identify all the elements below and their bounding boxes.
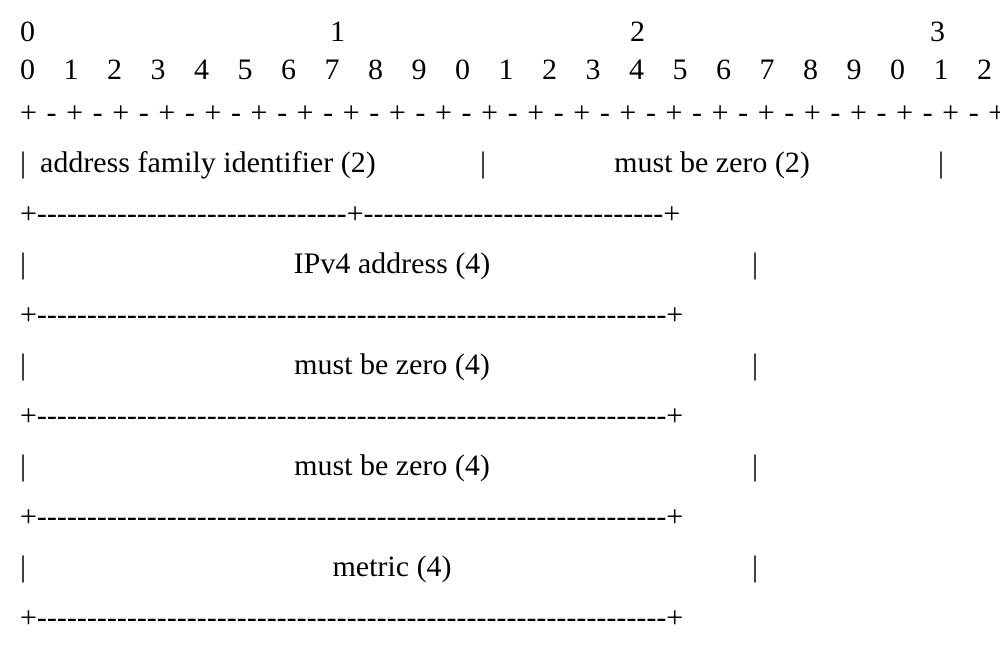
field-row-1: | address family identifier (2) | must b… [20, 132, 980, 194]
pipe-icon: | [20, 348, 32, 382]
field-row-4: | must be zero (4) | [20, 435, 980, 497]
pipe-icon: | [752, 247, 764, 281]
pipe-icon: | [20, 146, 32, 180]
separator: +---------------------------------------… [20, 295, 980, 334]
field-metric: metric (4) [32, 550, 752, 584]
ruler-0: 0 [20, 15, 45, 49]
pipe-icon: | [20, 449, 32, 483]
field-zero-2: must be zero (2) [492, 146, 932, 180]
field-zero-4a: must be zero (4) [32, 348, 752, 382]
field-afi: address family identifier (2) [32, 146, 480, 180]
pipe-icon: | [932, 146, 944, 180]
pipe-icon: | [20, 550, 32, 584]
field-row-3: | must be zero (4) | [20, 334, 980, 396]
bit-ruler-major: 0 1 2 3 [20, 15, 980, 49]
ruler-3: 3 [645, 15, 945, 49]
field-ipv4: IPv4 address (4) [32, 247, 752, 281]
bit-ruler-minor: 0 1 2 3 4 5 6 7 8 9 0 1 2 3 4 5 6 7 8 9 … [20, 53, 980, 87]
field-row-2: | IPv4 address (4) | [20, 233, 980, 295]
pipe-icon: | [480, 146, 492, 180]
ruler-2: 2 [345, 15, 645, 49]
pipe-icon: | [752, 449, 764, 483]
ruler-1: 1 [45, 15, 345, 49]
separator-bottom: +---------------------------------------… [20, 598, 980, 637]
field-row-5: | metric (4) | [20, 536, 980, 598]
pipe-icon: | [752, 550, 764, 584]
pipe-icon: | [20, 247, 32, 281]
separator: +---------------------------------------… [20, 497, 980, 536]
separator: +---------------------------------------… [20, 396, 980, 435]
field-zero-4b: must be zero (4) [32, 449, 752, 483]
pipe-icon: | [752, 348, 764, 382]
separator-split: +-------------------------------+-------… [20, 194, 980, 233]
border-top: +-+-+-+-+-+-+-+-+-+-+-+-+-+-+-+-+-+-+-+-… [20, 93, 980, 132]
